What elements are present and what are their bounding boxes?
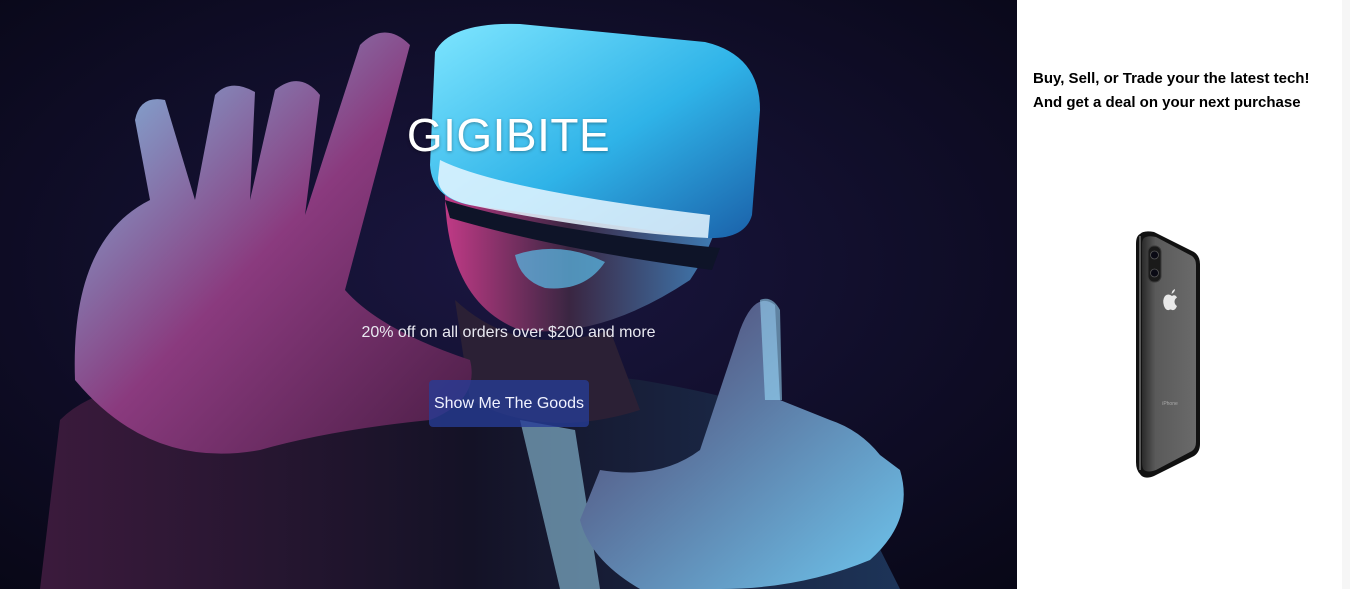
promo-text: Buy, Sell, or Trade your the latest tech… (1033, 67, 1309, 115)
show-goods-button[interactable]: Show Me The Goods (429, 380, 589, 427)
scrollbar-track[interactable] (1342, 0, 1350, 589)
phone-label: iPhone (1162, 401, 1178, 407)
hero-image (0, 0, 1017, 589)
hero-section: GIGIBITE 20% off on all orders over $200… (0, 0, 1017, 589)
promo-tagline: 20% off on all orders over $200 and more (361, 324, 656, 341)
brand-title: GIGIBITE (406, 109, 611, 161)
phone-image: iPhone (1136, 231, 1200, 478)
promo-panel: Buy, Sell, or Trade your the latest tech… (1017, 0, 1350, 589)
promo-line-2: And get a deal on your next purchase (1033, 94, 1301, 111)
promo-line-1: Buy, Sell, or Trade your the latest tech… (1033, 70, 1310, 87)
page: GIGIBITE 20% off on all orders over $200… (0, 0, 1350, 589)
